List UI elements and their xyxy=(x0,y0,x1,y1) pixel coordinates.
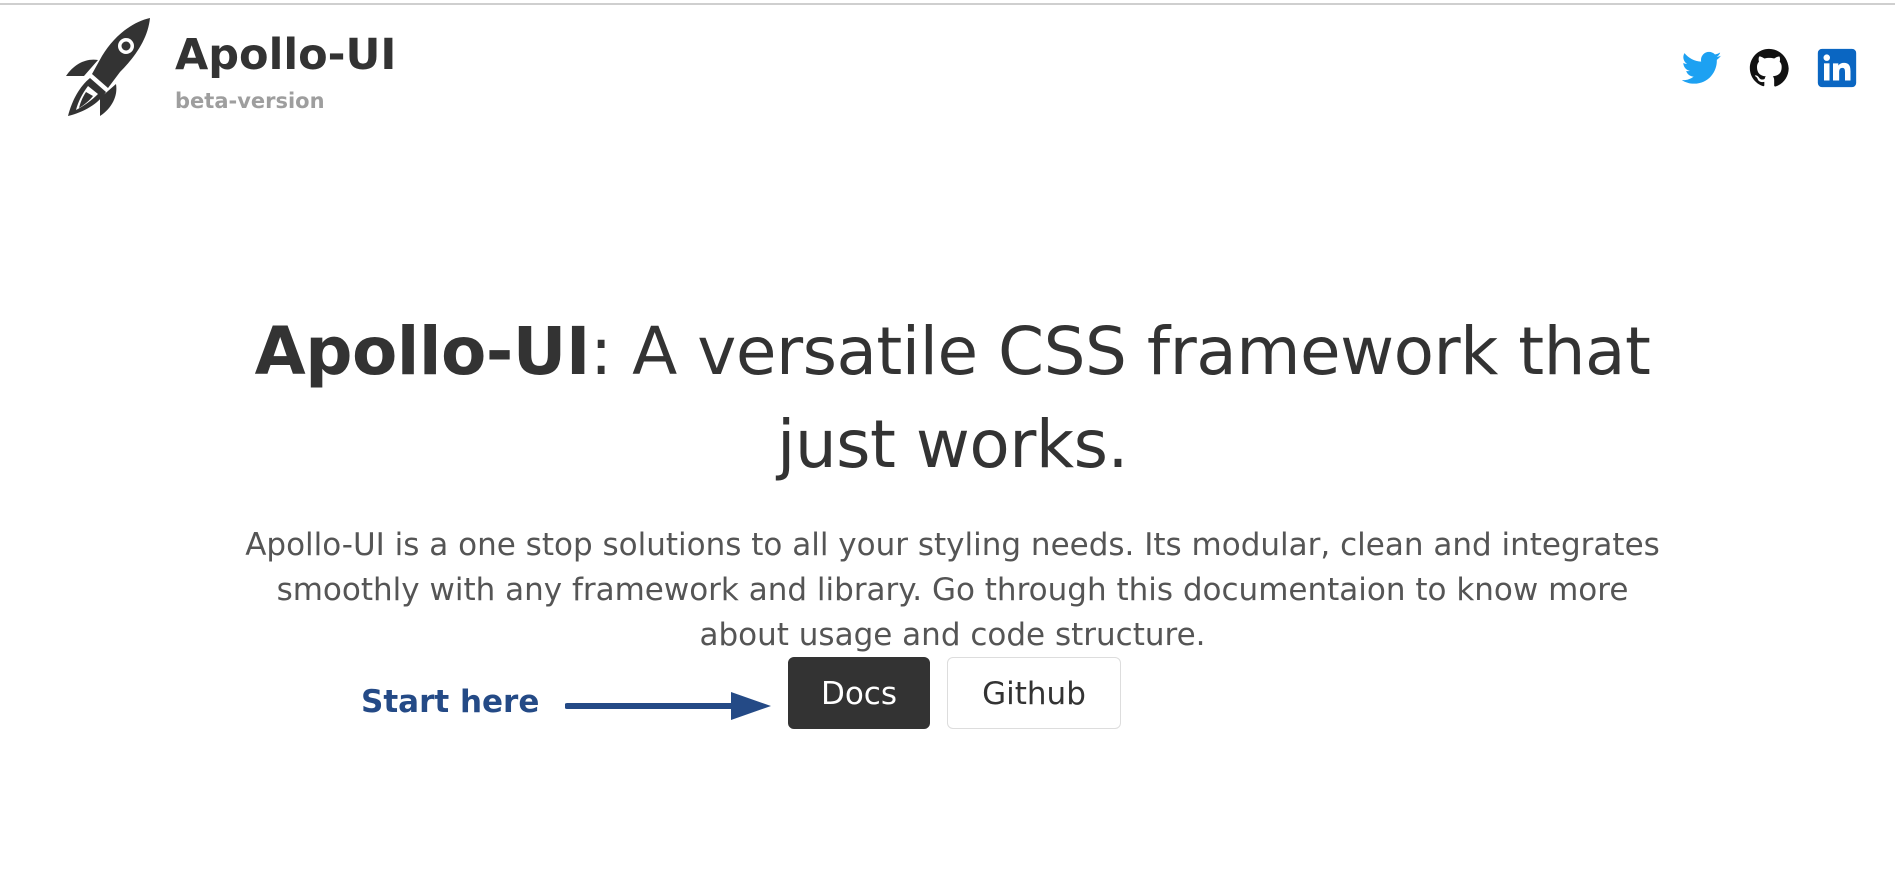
arrow-right-icon xyxy=(565,692,771,720)
hero-title-tagline: : A versatile CSS framework that just wo… xyxy=(589,313,1651,483)
site-title: Apollo-UI xyxy=(175,30,397,80)
brand-text: Apollo-UI beta-version xyxy=(175,30,396,116)
github-icon xyxy=(1749,48,1789,87)
start-here-annotation: Start here xyxy=(361,684,540,720)
hero-title-brand: Apollo-UI xyxy=(254,313,591,390)
linkedin-link[interactable] xyxy=(1817,48,1857,88)
github-button[interactable]: Github xyxy=(947,657,1121,729)
docs-button[interactable]: Docs xyxy=(788,657,930,729)
hero-description: Apollo-UI is a one stop solutions to all… xyxy=(245,527,1660,653)
hero-title: Apollo-UI: A versatile CSS framework tha… xyxy=(220,305,1685,491)
github-link[interactable] xyxy=(1749,48,1789,88)
twitter-link[interactable] xyxy=(1681,48,1722,88)
twitter-icon xyxy=(1681,51,1722,84)
linkedin-icon xyxy=(1817,48,1857,88)
site-header: Apollo-UI beta-version xyxy=(0,0,1895,130)
hero-section: Apollo-UI: A versatile CSS framework tha… xyxy=(220,305,1685,658)
rocket-icon xyxy=(66,18,150,116)
site-subtitle: beta-version xyxy=(175,89,325,113)
